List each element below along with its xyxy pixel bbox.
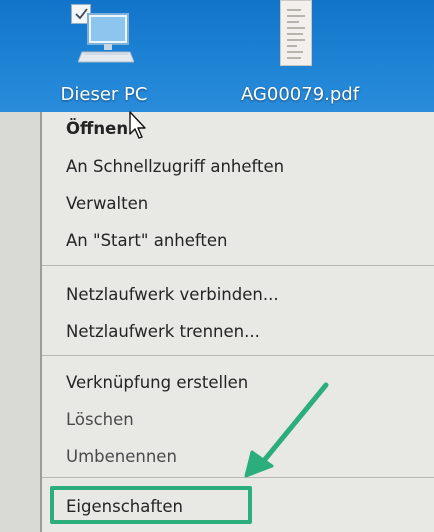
screenshot: Dieser PC AG00079.pdf Öffnen An Schnellz… <box>0 0 434 532</box>
menu-item-delete[interactable]: Löschen <box>66 405 406 435</box>
menu-separator <box>42 265 434 266</box>
menu-item-pin-quick-access[interactable]: An Schnellzugriff anheften <box>66 152 406 182</box>
pdf-desktop-icon[interactable]: AG00079.pdf <box>230 0 370 112</box>
menu-item-create-shortcut[interactable]: Verknüpfung erstellen <box>66 368 406 398</box>
desktop-icon-label: Dieser PC <box>60 84 148 105</box>
this-pc-desktop-icon[interactable]: Dieser PC <box>56 0 152 112</box>
menu-item-manage[interactable]: Verwalten <box>66 189 406 219</box>
computer-icon <box>78 13 134 63</box>
menu-item-disconnect-network-drive[interactable]: Netzlaufwerk trennen... <box>66 317 406 347</box>
mouse-cursor-icon <box>129 111 146 139</box>
menu-item-open[interactable]: Öffnen <box>66 114 406 144</box>
desktop-icon-label: AG00079.pdf <box>240 84 360 105</box>
menu-item-pin-start[interactable]: An "Start" anheften <box>66 226 406 256</box>
desktop-area: Dieser PC AG00079.pdf <box>0 0 434 112</box>
menu-separator <box>42 355 434 356</box>
context-menu: Öffnen An Schnellzugriff anheften Verwal… <box>40 112 434 532</box>
pdf-file-icon <box>280 0 312 66</box>
properties-highlight-box <box>50 486 252 524</box>
menu-separator <box>42 477 434 478</box>
menu-item-rename[interactable]: Umbenennen <box>66 442 406 472</box>
menu-item-map-network-drive[interactable]: Netzlaufwerk verbinden... <box>66 280 406 310</box>
